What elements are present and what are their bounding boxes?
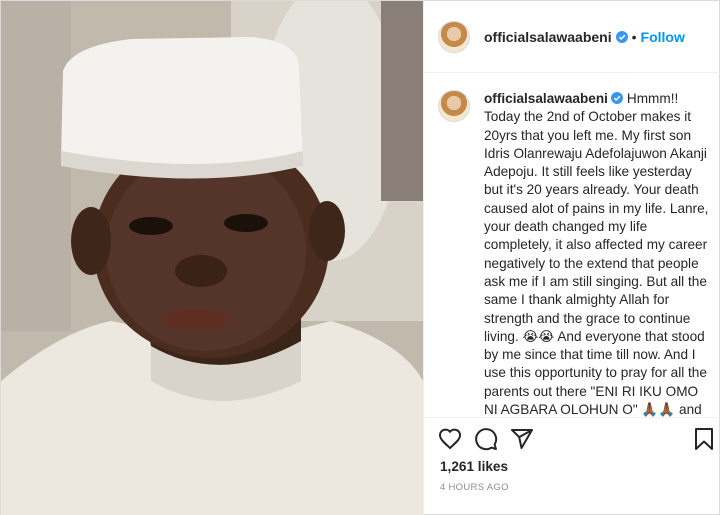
comment-button[interactable] [474, 427, 498, 451]
like-count[interactable]: 1,261 likes [440, 459, 508, 474]
comment-bubble-icon [475, 428, 498, 451]
follow-button[interactable]: Follow [641, 29, 685, 45]
header-separator: • [631, 28, 637, 45]
caption-text-block: officialsalawaabeni Hmmm!! Today the 2nd … [484, 90, 712, 417]
verified-badge-icon [615, 30, 628, 43]
caption-author-avatar[interactable] [438, 90, 470, 122]
post-photo[interactable] [1, 1, 423, 515]
bookmark-icon [695, 428, 713, 450]
caption-body: Hmmm!! Today the 2nd of October makes it… [484, 91, 709, 417]
author-avatar[interactable] [438, 20, 470, 53]
share-button[interactable] [510, 427, 534, 451]
instagram-post-frame: officialsalawaabeni • Follow officialsal… [0, 0, 720, 515]
heart-icon [438, 428, 462, 450]
author-username[interactable]: officialsalawaabeni [484, 29, 612, 45]
post-header: officialsalawaabeni • Follow [424, 1, 720, 73]
portrait-illustration [1, 1, 423, 515]
save-button[interactable] [692, 427, 716, 451]
caption-username[interactable]: officialsalawaabeni [484, 91, 608, 106]
verified-badge-icon [610, 92, 623, 104]
caption-row: officialsalawaabeni Hmmm!! Today the 2nd … [438, 90, 716, 417]
post-timestamp[interactable]: 4 HOURS AGO [440, 482, 509, 493]
post-details-panel: officialsalawaabeni • Follow officialsal… [423, 1, 720, 515]
action-bar [438, 427, 714, 453]
actions-divider [424, 417, 720, 418]
like-button[interactable] [438, 427, 462, 451]
paper-plane-icon [511, 429, 533, 449]
caption-scroll-area[interactable]: officialsalawaabeni Hmmm!! Today the 2nd … [424, 74, 720, 417]
